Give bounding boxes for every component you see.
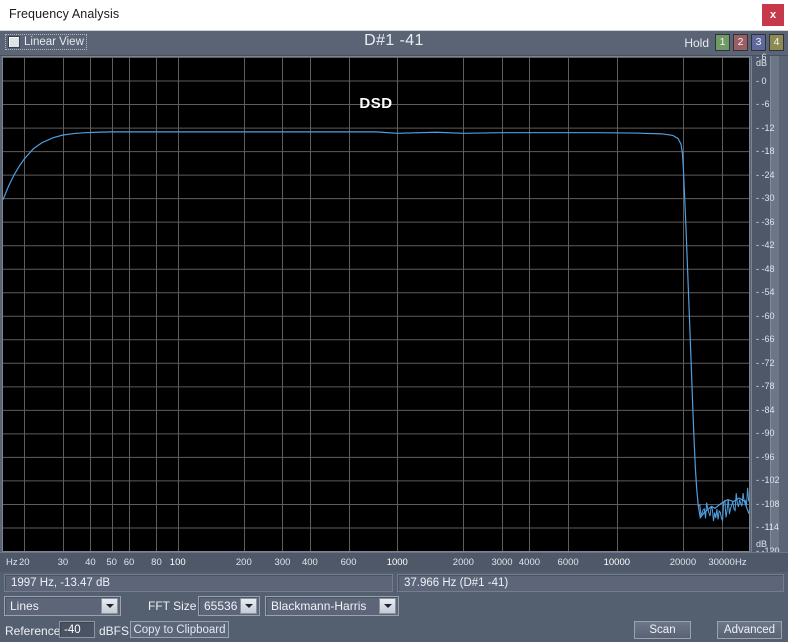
fft-size-label: FFT Size xyxy=(148,599,196,613)
hold-label: Hold xyxy=(684,36,709,50)
linear-view-checkbox[interactable]: Linear View xyxy=(5,34,87,50)
db-axis-tick: - -36 xyxy=(752,217,780,227)
spectrum-plot[interactable]: DSD xyxy=(2,56,750,552)
db-axis-tick: - -102 xyxy=(752,475,780,485)
window-title: Frequency Analysis xyxy=(9,7,119,21)
db-axis-tick: - -114 xyxy=(752,522,780,532)
db-axis-tick: - -72 xyxy=(752,358,780,368)
peak-readout-field: 37.966 Hz (D#1 -41) xyxy=(397,574,784,592)
note-readout: D#1 -41 xyxy=(0,32,788,50)
hz-axis-tick: 60 xyxy=(124,557,135,568)
hz-axis-tick: 3000 xyxy=(491,557,512,568)
db-axis-tick: - -54 xyxy=(752,287,780,297)
hz-axis-tick: 30000 xyxy=(708,557,734,568)
linear-view-label: Linear View xyxy=(24,36,84,48)
hold-button-2[interactable]: 2 xyxy=(733,34,748,51)
db-axis-tick: - -18 xyxy=(752,146,780,156)
hz-axis-unit-left: Hz xyxy=(6,557,18,568)
close-icon: x xyxy=(770,10,776,21)
hz-axis-tick: 6000 xyxy=(558,557,579,568)
frequency-axis: 20 30 40 50 60 80 100 200 300 400 600 1000 2000 3000 4… xyxy=(0,552,788,572)
dbfs-unit-label: dBFS xyxy=(99,624,129,638)
hold-button-4[interactable]: 4 xyxy=(769,34,784,51)
grid-lines xyxy=(3,57,749,551)
db-axis-tick: - -12 xyxy=(752,123,780,133)
toolbar: D#1 -41 Linear View Hold 1 2 3 4 xyxy=(0,31,788,56)
hz-axis-tick: 10000 xyxy=(604,557,630,568)
fft-size-select[interactable]: 65536 xyxy=(198,596,260,616)
close-button[interactable]: x xyxy=(762,4,784,26)
window-function-value: Blackmann-Harris xyxy=(266,599,379,613)
db-axis-tick: - -78 xyxy=(752,381,780,391)
frequency-analysis-window: Frequency Analysis x D#1 -41 Linear View… xyxy=(0,0,788,642)
title-bar: Frequency Analysis x xyxy=(0,0,788,31)
hold-button-3[interactable]: 3 xyxy=(751,34,766,51)
reference-input[interactable] xyxy=(59,621,95,638)
db-axis-tick: - -108 xyxy=(752,499,780,509)
spectrum-trace xyxy=(3,132,749,518)
chevron-down-icon[interactable] xyxy=(240,598,257,614)
db-axis-tick: - -6 xyxy=(752,99,780,109)
hold-button-1[interactable]: 1 xyxy=(715,34,730,51)
hz-axis-tick: 50 xyxy=(106,557,117,568)
db-axis-tick: - -66 xyxy=(752,334,780,344)
db-axis-tick: - -24 xyxy=(752,170,780,180)
hold-button-group: Hold 1 2 3 4 xyxy=(684,34,784,51)
hz-axis-tick: 80 xyxy=(151,557,162,568)
status-row: 1997 Hz, -13.47 dB 37.966 Hz (D#1 -41) xyxy=(0,572,788,594)
hz-axis-tick: 20000 xyxy=(670,557,696,568)
hz-axis-tick: 4000 xyxy=(519,557,540,568)
plot-area: DSD dB- 6- 0- -6- -12- -18- -24- -30- -3… xyxy=(0,56,788,552)
fft-size-value: 65536 xyxy=(199,599,240,613)
hz-axis-tick: 200 xyxy=(236,557,252,568)
hz-axis-tick: 1000 xyxy=(387,557,408,568)
advanced-button[interactable]: Advanced xyxy=(717,621,782,639)
hz-axis-unit-right: Hz xyxy=(735,557,747,568)
draw-mode-value: Lines xyxy=(5,599,101,613)
hz-axis-tick: 30 xyxy=(58,557,69,568)
hz-axis-tick: 2000 xyxy=(453,557,474,568)
hz-axis-tick: 300 xyxy=(275,557,291,568)
controls-row-primary: Lines FFT Size 65536 Blackmann-Harris xyxy=(0,594,788,618)
hz-axis-tick: 600 xyxy=(341,557,357,568)
hz-axis-tick: 40 xyxy=(85,557,96,568)
db-axis-tick: - -30 xyxy=(752,193,780,203)
draw-mode-select[interactable]: Lines xyxy=(4,596,121,616)
db-axis-tick: - -90 xyxy=(752,428,780,438)
db-axis-tick: - -60 xyxy=(752,311,780,321)
spectrum-canvas[interactable] xyxy=(3,57,749,551)
scan-button[interactable]: Scan xyxy=(634,621,691,639)
db-axis-tick: - -84 xyxy=(752,405,780,415)
controls-row-secondary: Reference dBFS Copy to Clipboard Scan Ad… xyxy=(0,618,788,642)
db-axis-tick: - -42 xyxy=(752,240,780,250)
reference-label: Reference xyxy=(5,624,60,638)
chevron-down-icon[interactable] xyxy=(379,598,396,614)
cursor-readout-field: 1997 Hz, -13.47 dB xyxy=(4,574,393,592)
checkbox-box-icon xyxy=(8,36,20,48)
db-axis: dB- 6- 0- -6- -12- -18- -24- -30- -36- -… xyxy=(751,56,779,552)
db-axis-tick: - -48 xyxy=(752,264,780,274)
db-axis-tick: - 0 xyxy=(752,76,780,86)
db-axis-unit-bottom: dB xyxy=(752,539,780,549)
window-function-select[interactable]: Blackmann-Harris xyxy=(265,596,399,616)
copy-to-clipboard-button[interactable]: Copy to Clipboard xyxy=(130,621,229,638)
db-axis-tick: - -96 xyxy=(752,452,780,462)
hz-axis-tick: 20 xyxy=(19,557,30,568)
hz-axis-tick: 100 xyxy=(170,557,186,568)
hz-axis-tick: 400 xyxy=(302,557,318,568)
chevron-down-icon[interactable] xyxy=(101,598,118,614)
noise-floor-trace xyxy=(699,488,749,521)
db-axis-tick: - 6 xyxy=(752,52,780,62)
